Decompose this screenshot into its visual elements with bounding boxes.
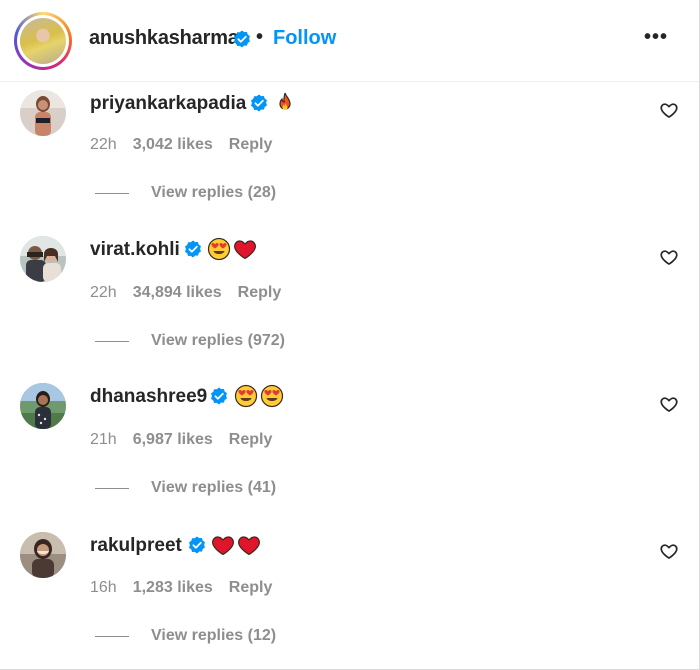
comment-meta: 22h 3,042 likes Reply xyxy=(90,136,272,154)
comment-item: virat.kohli 22h 34,894 likes Reply View … xyxy=(0,230,699,378)
like-heart-icon[interactable] xyxy=(659,394,679,414)
heart-eyes-emoji-icon xyxy=(207,237,231,261)
like-heart-icon[interactable] xyxy=(659,541,679,561)
reply-button[interactable]: Reply xyxy=(229,431,273,449)
replies-divider-line xyxy=(95,192,129,194)
view-replies-label: View replies (41) xyxy=(151,479,277,496)
commenter-avatar[interactable] xyxy=(20,383,66,429)
follow-button[interactable]: Follow xyxy=(273,27,336,50)
comment-emojis xyxy=(211,533,261,557)
reply-button[interactable]: Reply xyxy=(229,579,273,597)
comment-emojis xyxy=(273,91,297,115)
replies-divider-line xyxy=(95,635,129,637)
reply-button[interactable]: Reply xyxy=(238,284,282,302)
comment-item: priyankarkapadia 22h 3,042 likes Reply V… xyxy=(0,82,699,230)
like-heart-icon[interactable] xyxy=(659,247,679,267)
comment-emojis xyxy=(207,237,257,261)
comment-likes[interactable]: 3,042 likes xyxy=(133,136,213,154)
view-replies-button[interactable]: View replies (12) xyxy=(95,627,276,645)
red-heart-emoji-icon xyxy=(238,536,260,556)
reply-button[interactable]: Reply xyxy=(229,136,273,154)
comment-time[interactable]: 21h xyxy=(90,431,117,449)
avatar-photo xyxy=(20,18,66,64)
commenter-username[interactable]: rakulpreet xyxy=(90,535,182,557)
commenter-username[interactable]: dhanashree9 xyxy=(90,386,207,408)
red-heart-emoji-icon xyxy=(234,240,256,260)
commenter-username[interactable]: priyankarkapadia xyxy=(90,93,246,115)
fire-emoji-icon xyxy=(279,92,291,111)
more-options-icon[interactable]: ••• xyxy=(644,26,668,49)
post-header: anushkasharma • Follow ••• xyxy=(0,0,699,82)
verified-badge-icon xyxy=(250,94,268,117)
post-comments-panel: anushkasharma • Follow ••• priyankarkapa… xyxy=(0,0,700,670)
commenter-avatar[interactable] xyxy=(20,90,66,136)
comment-likes[interactable]: 34,894 likes xyxy=(133,284,222,302)
verified-badge-icon xyxy=(188,536,206,559)
commenter-avatar[interactable] xyxy=(20,236,66,282)
heart-eyes-emoji-icon xyxy=(260,384,284,408)
comment-meta: 21h 6,987 likes Reply xyxy=(90,431,272,449)
comment-meta: 16h 1,283 likes Reply xyxy=(90,579,272,597)
comment-emojis xyxy=(234,384,284,408)
separator-dot: • xyxy=(256,26,264,48)
red-heart-emoji-icon xyxy=(212,536,234,556)
verified-badge-icon xyxy=(210,387,228,410)
like-heart-icon[interactable] xyxy=(659,100,679,120)
view-replies-label: View replies (12) xyxy=(151,627,277,644)
comment-meta: 22h 34,894 likes Reply xyxy=(90,284,281,302)
commenter-username[interactable]: virat.kohli xyxy=(90,239,180,261)
verified-badge-icon xyxy=(184,240,202,263)
replies-divider-line xyxy=(95,487,129,489)
author-username[interactable]: anushkasharma xyxy=(89,27,239,50)
comment-time[interactable]: 16h xyxy=(90,579,117,597)
verified-badge-icon xyxy=(233,30,251,53)
heart-eyes-emoji-icon xyxy=(234,384,258,408)
view-replies-button[interactable]: View replies (41) xyxy=(95,479,276,497)
author-avatar[interactable] xyxy=(14,12,72,70)
view-replies-label: View replies (972) xyxy=(151,332,285,349)
replies-divider-line xyxy=(95,340,129,342)
view-replies-button[interactable]: View replies (28) xyxy=(95,184,276,202)
comment-time[interactable]: 22h xyxy=(90,284,117,302)
comment-item: dhanashree9 21h 6,987 likes Reply View r… xyxy=(0,377,699,525)
comment-item: rakulpreet 16h 1,283 likes Reply View re… xyxy=(0,524,699,670)
comment-time[interactable]: 22h xyxy=(90,136,117,154)
comment-likes[interactable]: 6,987 likes xyxy=(133,431,213,449)
comment-likes[interactable]: 1,283 likes xyxy=(133,579,213,597)
view-replies-button[interactable]: View replies (972) xyxy=(95,332,285,350)
view-replies-label: View replies (28) xyxy=(151,184,277,201)
commenter-avatar[interactable] xyxy=(20,532,66,578)
